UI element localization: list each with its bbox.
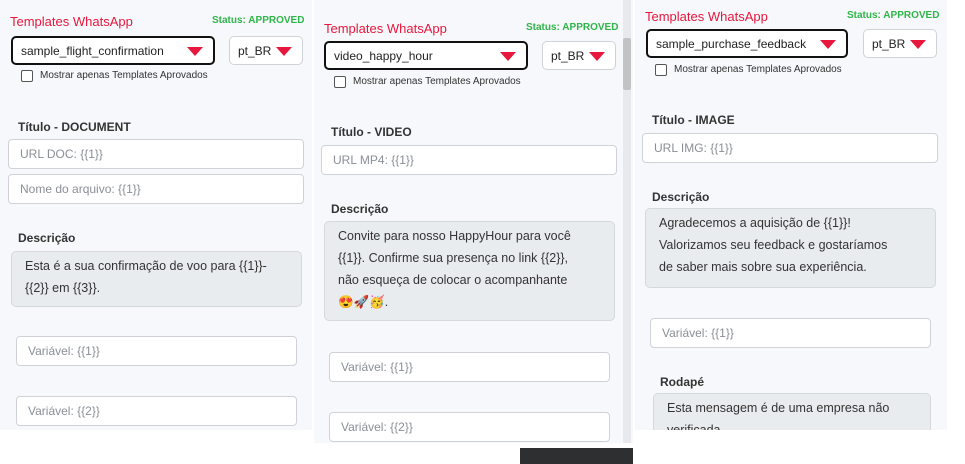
description-label: Descrição <box>331 202 389 216</box>
panel-title: Templates WhatsApp <box>324 21 447 36</box>
approved-only-label: Mostrar apenas Templates Aprovados <box>674 64 842 75</box>
variable-placeholder: Variável: {{1}} <box>341 360 413 374</box>
status-badge: Status: APPROVED <box>847 10 940 21</box>
language-select-value: pt_BR <box>551 48 585 63</box>
language-select[interactable]: pt_BR <box>863 29 937 58</box>
template-select-value: sample_purchase_feedback <box>656 36 807 51</box>
chevron-down-icon <box>500 51 516 61</box>
url-mp4-input[interactable]: URL MP4: {{1}} <box>321 145 617 175</box>
footer-box: Esta mensagem é de uma empresa não verif… <box>653 393 931 430</box>
variable-input-1[interactable]: Variável: {{1}} <box>650 318 931 348</box>
description-line: 😍🚀🥳. <box>338 295 389 309</box>
status-badge: Status: APPROVED <box>212 15 305 26</box>
chevron-down-icon <box>589 51 605 61</box>
status-badge: Status: APPROVED <box>526 22 619 33</box>
url-doc-input[interactable]: URL DOC: {{1}} <box>8 139 304 169</box>
template-panel-document: Templates WhatsApp Status: APPROVED samp… <box>0 0 312 430</box>
filename-input[interactable]: Nome do arquivo: {{1}} <box>8 174 304 204</box>
description-box: Esta é a sua confirmação de voo para {{1… <box>11 251 302 307</box>
description-line: de saber mais sobre sua experiência. <box>659 260 867 274</box>
description-label: Descrição <box>652 190 710 204</box>
chevron-down-icon <box>910 39 926 49</box>
footer-line: Esta mensagem é de uma empresa não <box>667 401 890 415</box>
panel-title: Templates WhatsApp <box>10 14 133 29</box>
template-panel-video: Templates WhatsApp Status: APPROVED vide… <box>314 0 633 443</box>
template-select-value: sample_flight_confirmation <box>21 43 164 58</box>
variable-input-1[interactable]: Variável: {{1}} <box>329 352 610 382</box>
description-label: Descrição <box>18 231 76 245</box>
variable-input-2[interactable]: Variável: {{2}} <box>329 412 610 442</box>
chevron-down-icon <box>820 39 836 49</box>
url-img-placeholder: URL IMG: {{1}} <box>654 141 733 155</box>
language-select-value: pt_BR <box>872 36 906 51</box>
description-line: {{2}} em {{3}}. <box>25 281 101 295</box>
template-select[interactable]: sample_purchase_feedback <box>646 29 848 58</box>
template-select[interactable]: video_happy_hour <box>324 41 528 70</box>
header-section-label: Título - IMAGE <box>652 113 735 127</box>
approved-only-checkbox[interactable] <box>21 70 33 82</box>
template-select-value: video_happy_hour <box>334 48 433 63</box>
description-line: não esqueça de colocar o acompanhante <box>338 273 568 287</box>
panel-title: Templates WhatsApp <box>645 9 768 24</box>
language-select[interactable]: pt_BR <box>542 41 616 70</box>
variable-input-2[interactable]: Variável: {{2}} <box>16 396 297 426</box>
filename-placeholder: Nome do arquivo: {{1}} <box>20 182 141 196</box>
header-section-label: Título - DOCUMENT <box>18 120 131 134</box>
description-line: {{1}}. Confirme sua presença no link {{2… <box>338 251 569 265</box>
description-line: Agradecemos a aquisição de {{1}}! <box>659 216 851 230</box>
approved-only-checkbox[interactable] <box>655 64 667 76</box>
bottom-bar <box>520 448 633 464</box>
description-line: Valorizamos seu feedback e gostaríamos <box>659 238 888 252</box>
variable-placeholder: Variável: {{1}} <box>28 344 100 358</box>
language-select[interactable]: pt_BR <box>229 36 303 65</box>
header-section-label: Título - VIDEO <box>331 125 412 139</box>
approved-only-label: Mostrar apenas Templates Aprovados <box>353 76 521 87</box>
url-mp4-placeholder: URL MP4: {{1}} <box>333 153 414 167</box>
chevron-down-icon <box>276 46 292 56</box>
approved-only-label: Mostrar apenas Templates Aprovados <box>40 70 208 81</box>
footer-line: verificada. <box>667 423 724 430</box>
variable-placeholder: Variável: {{2}} <box>341 420 413 434</box>
url-doc-placeholder: URL DOC: {{1}} <box>20 147 103 161</box>
template-select[interactable]: sample_flight_confirmation <box>11 36 215 65</box>
approved-only-checkbox[interactable] <box>334 76 346 88</box>
description-line: Esta é a sua confirmação de voo para {{1… <box>25 259 267 273</box>
scrollbar[interactable] <box>623 0 631 443</box>
description-box: Convite para nosso HappyHour para você {… <box>324 221 615 321</box>
language-select-value: pt_BR <box>238 43 272 58</box>
description-line: Convite para nosso HappyHour para você <box>338 229 571 243</box>
variable-placeholder: Variável: {{1}} <box>662 326 734 340</box>
url-img-input[interactable]: URL IMG: {{1}} <box>642 133 938 163</box>
description-box: Agradecemos a aquisição de {{1}}! Valori… <box>645 208 936 288</box>
footer-label: Rodapé <box>660 375 705 389</box>
chevron-down-icon <box>187 46 203 56</box>
variable-placeholder: Variável: {{2}} <box>28 404 100 418</box>
variable-input-1[interactable]: Variável: {{1}} <box>16 336 297 366</box>
template-panel-image: Templates WhatsApp Status: APPROVED samp… <box>635 0 947 430</box>
scrollbar-thumb[interactable] <box>623 38 631 90</box>
